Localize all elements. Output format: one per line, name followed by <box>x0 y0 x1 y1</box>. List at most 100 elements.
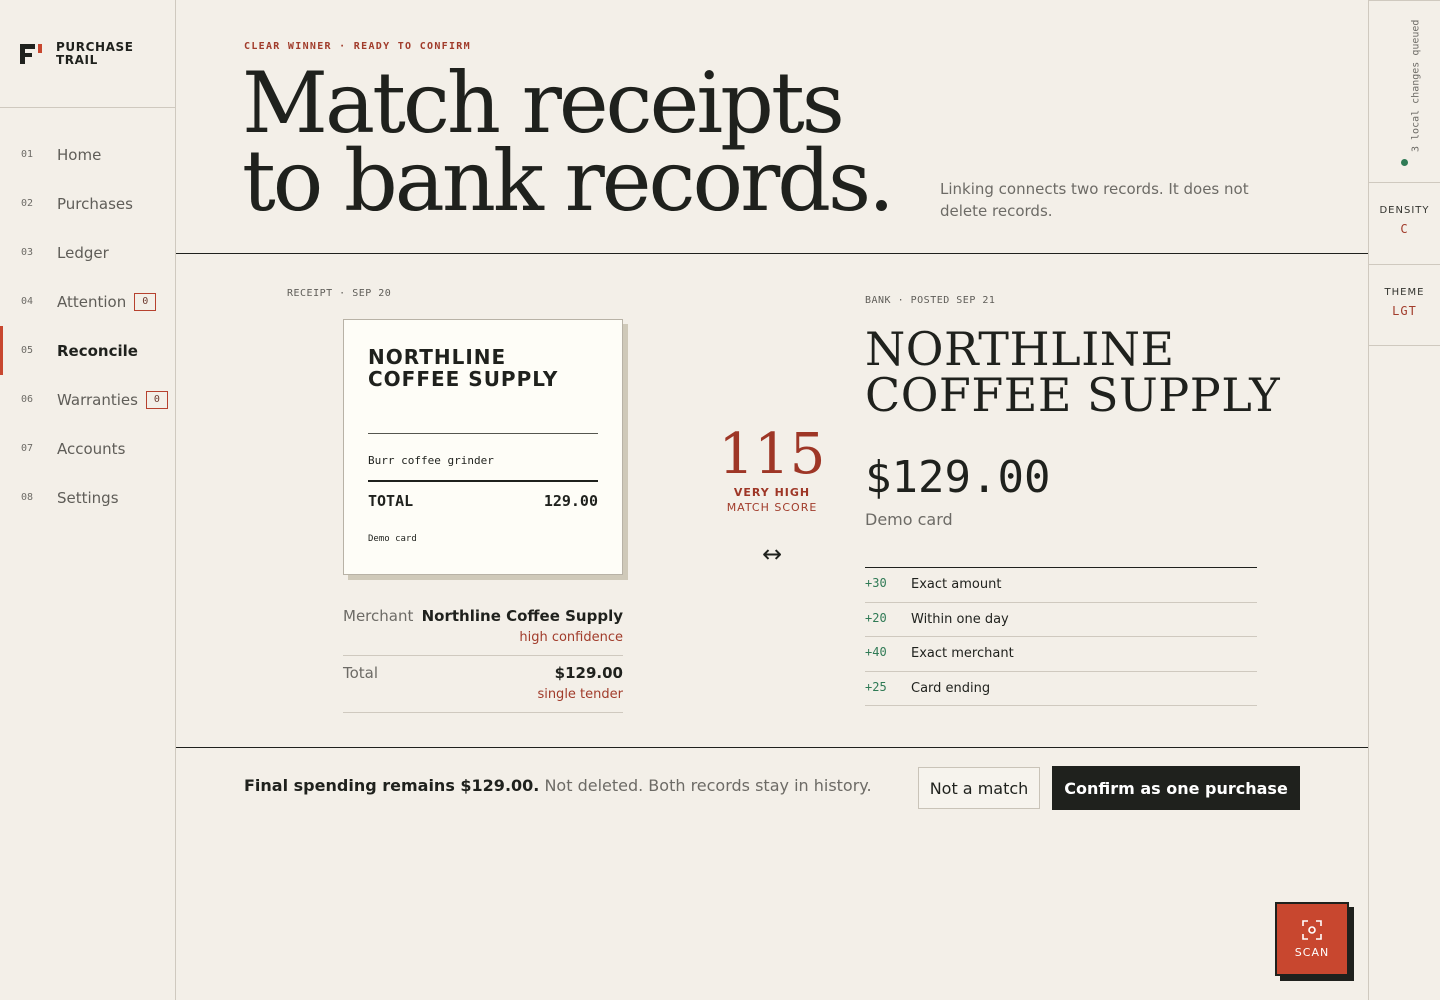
reason-points: +25 <box>865 679 887 694</box>
match-comparison: RECEIPT · SEP 20 NORTHLINE COFFEE SUPPLY… <box>176 254 1368 748</box>
sidebar-item-reconcile[interactable]: 05 Reconcile <box>0 326 175 375</box>
page-title-line1: Match receipts <box>242 54 845 152</box>
status-eyebrow: CLEAR WINNER · READY TO CONFIRM <box>244 41 471 52</box>
sidebar-item-label: Warranties <box>57 390 138 409</box>
page-title-line2: to bank records. <box>242 132 895 230</box>
sidebar-item-label: Attention <box>57 292 127 311</box>
bank-label: BANK · POSTED SEP 21 <box>865 295 996 306</box>
brand[interactable]: PURCHASE TRAIL <box>0 0 175 108</box>
sync-status-text: 3 local changes queued <box>1410 19 1421 152</box>
extracted-total-row: Total $129.00 single tender <box>343 656 623 713</box>
sidebar-item-label: Home <box>57 145 102 164</box>
count-badge: 0 <box>145 390 168 409</box>
bank-merchant-line2: COFFEE SUPPLY <box>865 368 1281 422</box>
match-score-level: VERY HIGH <box>733 486 811 499</box>
right-rail: 3 local changes queued DENSITY C THEME L… <box>1368 0 1440 1000</box>
sidebar-item-accounts[interactable]: 07 Accounts <box>0 424 175 473</box>
sidebar-item-label: Ledger <box>57 243 109 262</box>
receipt-total-value: 129.00 <box>543 492 598 510</box>
sidebar-item-label: Accounts <box>57 439 126 458</box>
link-arrows-icon: ↔ <box>761 540 783 568</box>
score-reason-row: +25 Card ending <box>865 672 1257 706</box>
theme-value: LGT <box>1392 304 1417 318</box>
brand-name: PURCHASE TRAIL <box>56 39 146 67</box>
sidebar-item-ledger[interactable]: 03 Ledger <box>0 228 175 277</box>
bank-amount: $129.00 <box>865 452 1051 503</box>
receipt-total-label: TOTAL <box>368 492 414 510</box>
receipt-card[interactable]: NORTHLINE COFFEE SUPPLY Burr coffee grin… <box>343 319 623 575</box>
score-reason-row: +40 Exact merchant <box>865 637 1257 672</box>
receipt-line-item: Burr coffee grinder <box>368 434 598 482</box>
theme-label: THEME <box>1384 287 1425 298</box>
nav-number: 05 <box>21 345 34 356</box>
sidebar: PURCHASE TRAIL 01 Home 02 Purchases 03 Ledger… <box>0 0 176 1000</box>
reason-points: +20 <box>865 610 887 625</box>
page-header: CLEAR WINNER · READY TO CONFIRM Match re… <box>176 0 1368 254</box>
brand-name-line2: TRAIL <box>56 52 98 67</box>
sidebar-item-home[interactable]: 01 Home <box>0 130 175 179</box>
confirm-summary: Final spending remains $129.00. Not dele… <box>244 776 872 795</box>
nav-number: 02 <box>21 198 34 209</box>
match-score-value: 115 <box>718 422 826 487</box>
action-bar: Final spending remains $129.00. Not dele… <box>176 748 1368 828</box>
sync-dot-icon <box>1401 159 1408 166</box>
bank-merchant: NORTHLINE COFFEE SUPPLY <box>865 326 1285 418</box>
sidebar-item-label: Reconcile <box>57 341 138 360</box>
sidebar-item-purchases[interactable]: 02 Purchases <box>0 179 175 228</box>
confidence-note: high confidence <box>519 630 623 645</box>
reason-text: Exact amount <box>911 577 1002 593</box>
extracted-merchant-row: Merchant Northline Coffee Supply high co… <box>343 599 623 656</box>
density-label: DENSITY <box>1379 205 1430 216</box>
nav-number: 01 <box>21 149 34 160</box>
confirm-purchase-button[interactable]: Confirm as one purchase <box>1052 766 1300 810</box>
reason-text: Within one day <box>911 611 1009 627</box>
bank-payment-card: Demo card <box>865 510 953 529</box>
summary-strong: Final spending remains $129.00. <box>244 776 540 795</box>
score-reasons: +30 Exact amount +20 Within one day +40 Exact… <box>865 567 1257 706</box>
field-label: Merchant <box>343 607 414 625</box>
nav-number: 04 <box>21 296 34 307</box>
score-reason-row: +20 Within one day <box>865 603 1257 637</box>
sidebar-item-label: Purchases <box>57 194 133 213</box>
scan-icon <box>1302 919 1322 940</box>
scan-label: SCAN <box>1294 945 1330 959</box>
page-title: Match receipts to bank records. <box>242 54 895 230</box>
sidebar-item-label: Settings <box>57 488 119 507</box>
nav-number: 03 <box>21 247 34 258</box>
extracted-fields: Merchant Northline Coffee Supply high co… <box>343 599 623 713</box>
summary-rest: Not deleted. Both records stay in histor… <box>539 776 872 795</box>
not-a-match-button[interactable]: Not a match <box>918 767 1040 809</box>
reason-points: +40 <box>865 645 887 659</box>
score-reason-row: +30 Exact amount <box>865 568 1257 603</box>
count-badge: 0 <box>134 292 157 311</box>
receipt-total-row: TOTAL 129.00 <box>368 482 598 510</box>
reason-text: Card ending <box>911 680 991 696</box>
page-note: Linking connects two records. It does no… <box>940 180 1249 220</box>
sidebar-item-warranties[interactable]: 06 Warranties 0 <box>0 375 175 424</box>
sidebar-item-attention[interactable]: 04 Attention 0 <box>0 277 175 326</box>
logo-icon <box>20 42 44 66</box>
sync-status: 3 local changes queued <box>1369 0 1440 182</box>
field-label: Total <box>343 664 379 682</box>
main-nav: 01 Home 02 Purchases 03 Ledger 04 Attention 0 05 R… <box>0 130 175 522</box>
density-value: C <box>1400 222 1409 236</box>
field-value: $129.00 <box>554 664 623 682</box>
scan-button[interactable]: SCAN <box>1275 902 1349 976</box>
receipt-merchant: NORTHLINE COFFEE SUPPLY <box>368 346 598 434</box>
match-score-caption: MATCH SCORE <box>726 501 818 514</box>
nav-number: 08 <box>21 492 34 503</box>
theme-toggle[interactable]: THEME LGT <box>1369 264 1440 346</box>
nav-number: 07 <box>21 443 34 454</box>
reason-text: Exact merchant <box>911 646 1014 662</box>
sidebar-item-settings[interactable]: 08 Settings <box>0 473 175 522</box>
match-score: 115 VERY HIGH MATCH SCORE <box>708 422 836 515</box>
confidence-note: single tender <box>537 687 623 702</box>
reason-points: +30 <box>865 576 887 590</box>
nav-number: 06 <box>21 394 34 405</box>
density-toggle[interactable]: DENSITY C <box>1369 182 1440 264</box>
brand-name-line1: PURCHASE <box>56 39 134 54</box>
receipt-payment-card: Demo card <box>368 534 417 544</box>
receipt-label: RECEIPT · SEP 20 <box>287 288 392 299</box>
bank-merchant-line1: NORTHLINE <box>865 322 1175 376</box>
field-value: Northline Coffee Supply <box>421 607 623 625</box>
